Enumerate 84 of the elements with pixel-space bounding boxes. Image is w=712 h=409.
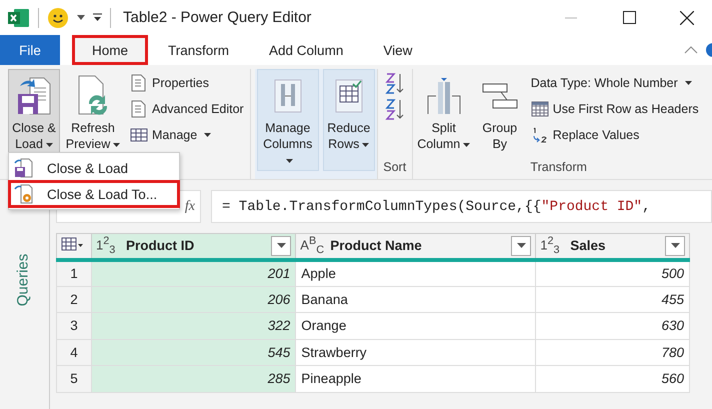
customize-toolbar-icon[interactable] bbox=[93, 13, 102, 22]
button-label: Reduce Rows bbox=[326, 120, 372, 152]
column-name: Sales bbox=[570, 238, 607, 254]
reduce-rows-button[interactable]: Reduce Rows bbox=[322, 69, 375, 171]
button-label: Close & Load bbox=[11, 120, 57, 152]
help-icon[interactable] bbox=[706, 43, 712, 57]
formula-field[interactable]: = Table.TransformColumnTypes(Source,{{"Product ID", bbox=[211, 190, 712, 223]
file-tab[interactable]: File bbox=[0, 35, 60, 65]
table-cell: Strawberry bbox=[296, 339, 536, 366]
group-label: Transform bbox=[529, 159, 588, 176]
properties-icon bbox=[130, 74, 148, 92]
caret-icon bbox=[516, 243, 526, 248]
button-label: Group By bbox=[481, 120, 518, 152]
column-name: Product Name bbox=[330, 238, 423, 254]
excel-logo bbox=[8, 8, 30, 28]
column-header[interactable]: A$^{B}$$_{C}$ Product Name bbox=[296, 234, 536, 260]
table-cell: 630 bbox=[536, 312, 690, 339]
split-column-icon bbox=[426, 76, 462, 116]
column-name: Product ID bbox=[126, 238, 196, 254]
ribbon-command[interactable]: Data Type: Whole Number bbox=[530, 71, 699, 95]
ribbon-tab[interactable]: Home bbox=[72, 35, 148, 65]
group-by-button[interactable]: Group By bbox=[476, 69, 523, 157]
ribbon-command[interactable]: Manage bbox=[130, 123, 244, 147]
table-cell: 780 bbox=[536, 339, 690, 366]
sort-descending-icon[interactable] bbox=[384, 97, 406, 121]
caret-icon bbox=[46, 142, 53, 147]
table-cell: Banana bbox=[296, 286, 536, 312]
smiley-icon[interactable] bbox=[47, 6, 69, 28]
table-icon bbox=[61, 237, 83, 252]
filter-button[interactable] bbox=[665, 236, 685, 256]
table-cell: 545 bbox=[92, 339, 296, 366]
manage-columns-button[interactable]: Manage Columns bbox=[256, 69, 319, 171]
button-label: Refresh Preview bbox=[64, 120, 122, 152]
dropdown-caret-icon[interactable] bbox=[77, 15, 85, 20]
settings-document-icon bbox=[13, 184, 33, 204]
table-cell: Orange bbox=[296, 312, 536, 339]
column-header[interactable]: 1$^{2}$$_{3}$ Product ID bbox=[92, 234, 296, 260]
table-cell: Pineapple bbox=[296, 366, 536, 392]
caret-icon bbox=[684, 81, 692, 85]
columns-icon bbox=[272, 78, 303, 114]
save-icon bbox=[16, 76, 52, 116]
table-cell: 285 bbox=[92, 366, 296, 392]
row-number: 4 bbox=[56, 339, 92, 366]
button-label: Split Column bbox=[416, 120, 471, 152]
table-cell: 560 bbox=[536, 366, 690, 392]
collapse-ribbon-icon[interactable] bbox=[684, 46, 698, 54]
caret-icon bbox=[286, 158, 293, 163]
ribbon-command[interactable]: Properties bbox=[130, 71, 244, 95]
row-number: 3 bbox=[56, 312, 92, 339]
table-icon bbox=[334, 78, 364, 114]
ribbon-command[interactable]: Replace Values bbox=[530, 123, 699, 147]
row-number: 2 bbox=[56, 286, 92, 312]
table-icon bbox=[530, 101, 549, 117]
caret-icon bbox=[670, 243, 680, 248]
split-column-button[interactable]: Split Column bbox=[414, 69, 473, 157]
caret-icon bbox=[204, 133, 212, 137]
menu-item[interactable]: Close & Load bbox=[9, 155, 179, 181]
filter-button[interactable] bbox=[271, 236, 292, 256]
row-number: 5 bbox=[56, 366, 92, 392]
save-icon bbox=[13, 158, 33, 178]
caret-icon bbox=[362, 142, 370, 147]
filter-button[interactable] bbox=[511, 236, 532, 256]
fx-label: fx bbox=[184, 198, 195, 214]
ribbon-command[interactable]: Advanced Editor bbox=[130, 97, 244, 121]
queries-pane-title[interactable]: Queries bbox=[14, 254, 34, 306]
table-menu-button[interactable] bbox=[56, 234, 92, 260]
button-label: Manage Columns bbox=[258, 120, 317, 168]
table-cell: 322 bbox=[92, 312, 296, 339]
table-cell: 206 bbox=[92, 286, 296, 312]
sort-ascending-icon[interactable] bbox=[384, 71, 406, 95]
close-icon[interactable] bbox=[680, 10, 694, 24]
caret-icon bbox=[113, 142, 120, 147]
column-header[interactable]: 1$^{2}$$_{3}$ Sales bbox=[536, 234, 690, 260]
group-label: Sort bbox=[382, 159, 408, 176]
caret-icon bbox=[463, 142, 470, 147]
window-title: Table2 - Power Query Editor bbox=[123, 9, 312, 26]
ribbon-command[interactable]: Use First Row as Headers bbox=[530, 97, 699, 121]
table-icon bbox=[130, 126, 148, 144]
refresh-preview-button[interactable]: Refresh Preview bbox=[62, 69, 124, 157]
table-cell: 455 bbox=[536, 286, 690, 312]
maximize-icon[interactable] bbox=[622, 11, 636, 24]
document-icon bbox=[130, 100, 148, 118]
replace-values-icon bbox=[530, 126, 549, 144]
caret-icon bbox=[276, 243, 286, 248]
